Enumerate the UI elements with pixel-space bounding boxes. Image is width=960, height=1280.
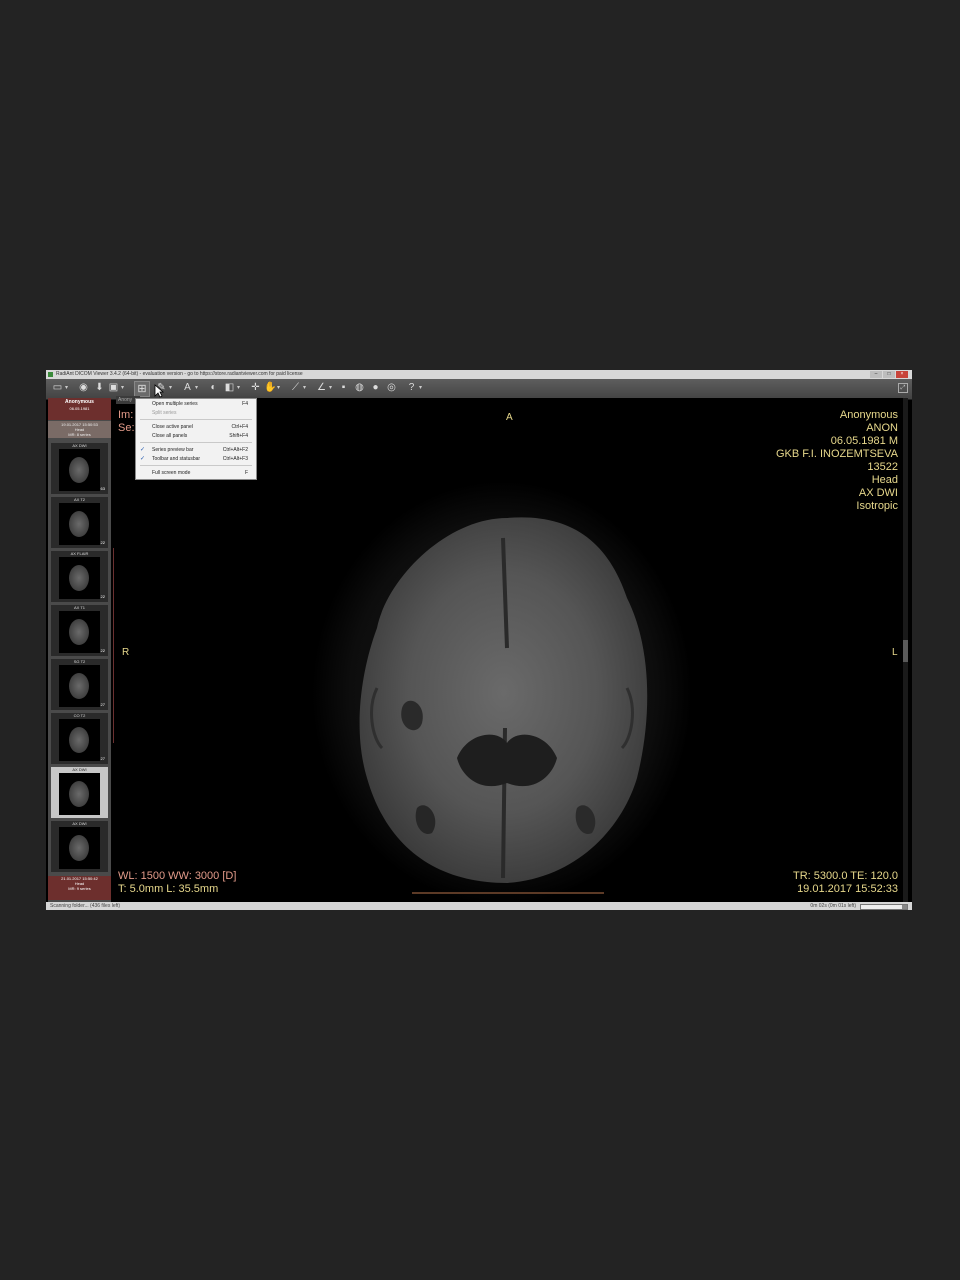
status-bar: Scanning folder... (436 files left) 0m 0… [46,902,912,910]
series-number-label: Se: [118,422,135,434]
menu-item-split-series: Split series [152,410,177,416]
series-preview-image [59,449,100,491]
menu-item-close-all-panels[interactable]: Close all panels Shift+F4 [136,432,256,440]
series-thumbnail[interactable]: AX T1 22 [51,605,108,656]
vertical-scrollbar[interactable] [903,398,908,902]
orientation-left: R [122,647,130,658]
series-preview-image [59,827,100,869]
status-time: 0m 02s (0m 01s left) [810,903,856,909]
slice-position-bar[interactable] [412,892,604,894]
grid-layout-icon[interactable]: ⊞ [134,381,150,397]
text-icon[interactable]: A ▾ [182,382,198,394]
series-preview-image [59,773,100,815]
series-thumbnail[interactable]: SG T2 27 [51,659,108,710]
rgb-icon[interactable]: ● [370,382,381,394]
checkmark-icon: ✓ [140,447,146,453]
slice-thickness-readout: T: 5.0mm L: 35.5mm [118,883,219,895]
acquisition-datetime: 19.01.2017 15:52:33 [797,883,898,895]
series-image-count: 22 [100,648,105,653]
info-name: Anonymous [839,409,898,421]
open-folder-icon[interactable]: ▭ ▾ [52,382,68,394]
info-institution: GKB F.I. INOZEMTSEVA [775,448,898,460]
menu-separator [140,419,252,420]
window-controls: – □ × [870,371,908,378]
app-window: RadiAnt DICOM Viewer 3.4.2 (64-bit) - ev… [46,370,912,910]
patient-header[interactable]: Anonymous 06.05.1981 [48,398,111,420]
measure-icon[interactable]: ⟋ ▾ [290,382,306,394]
info-accession: 13522 [867,461,898,473]
info-dob-sex: 06.05.1981 M [830,435,898,447]
series-preview-image [59,665,100,707]
download-icon[interactable]: ⬇ [94,382,105,394]
info-id: ANON [866,422,898,434]
menu-item-full-screen-mode[interactable]: Full screen mode F [136,469,256,477]
series-image-count: 22 [100,594,105,599]
series-thumbnail[interactable]: AX FLAIR 22 [51,551,108,602]
maximize-button[interactable]: □ [883,371,895,378]
window-level-readout: WL: 1500 WW: 3000 [D] [118,870,237,882]
crosshair-icon[interactable]: ✛ [250,382,261,394]
image-number-label: Im: [118,409,134,421]
hand-icon[interactable]: ✋ ▾ [264,382,280,394]
menu-item-series-preview-bar[interactable]: ✓ Series preview bar Ctrl+Alt+F2 [136,446,256,454]
patient-info-overlay: Anonymous ANON 06.05.1981 M GKB F.I. INO… [776,409,898,513]
series-preview-bar: Anonymous 06.05.1981 19.01.2017 15:50:53… [48,398,111,902]
orientation-right: L [892,647,898,658]
checkmark-icon: ✓ [140,456,146,462]
help-icon[interactable]: ? ▾ [406,382,422,394]
window-title: RadiAnt DICOM Viewer 3.4.2 (64-bit) - ev… [56,371,303,377]
minimize-button[interactable]: – [870,371,882,378]
camera-icon[interactable]: ▪ [338,382,349,394]
layout-dropdown-menu: Open multiple series F4 Split series Clo… [135,398,257,480]
toolbar: ▭ ▾ ◉ ⬇ ▣ ▾ ⊞ ✎ ▾ A ▾ ◐ ◧ ▾ ✛ ✋ ▾ ⟋ ▾ ∠ ▾ ▪ ◍ ● … [46,379,912,400]
series-thumbnail-active[interactable]: AX DWI [51,767,108,818]
series-thumbnail[interactable]: CO T2 27 [51,713,108,764]
series-preview-image [59,503,100,545]
window-level-icon[interactable]: ◐ [208,382,219,394]
menu-separator [140,465,252,466]
series-image-count: 63 [100,486,105,491]
patient-name: Anonymous [65,399,94,405]
scan-progress-bar [860,904,908,910]
study-series-count: MR: 9 series [68,886,91,891]
study-header-2[interactable]: 21.01.2017 15:50:42 Head MR: 9 series [48,876,111,900]
series-image-count: 27 [100,756,105,761]
series-preview-image [59,719,100,761]
scrollbar-thumb[interactable] [903,640,908,662]
cd-icon[interactable]: ◉ [78,382,89,394]
fusion-icon[interactable]: ◎ [386,382,397,394]
3d-icon[interactable]: ◍ [354,382,365,394]
info-body-part: Head [871,474,898,486]
series-image-count: 22 [100,540,105,545]
series-preview-image [59,611,100,653]
series-thumbnail[interactable]: AX T2 22 [51,497,108,548]
menu-item-open-multiple-series[interactable]: Open multiple series F4 [136,400,256,408]
reference-line [113,548,114,743]
orientation-top: A [506,412,513,423]
contrast-icon[interactable]: ◧ ▾ [224,382,240,394]
patient-dob: 06.05.1981 [69,406,90,411]
tr-te-readout: TR: 5300.0 TE: 120.0 [793,870,898,882]
info-series: AX DWI [858,487,898,499]
study-header[interactable]: 19.01.2017 15:50:53 Head MR: 8 series [48,421,111,438]
series-thumbnail[interactable]: AX DWI 63 [51,443,108,494]
mouse-cursor-icon [154,384,164,398]
series-thumbnail[interactable]: AX DWI [51,821,108,872]
series-image-count: 27 [100,702,105,707]
save-icon[interactable]: ▣ ▾ [108,382,124,394]
series-preview-image [59,557,100,599]
fullscreen-icon[interactable]: ⤢ [898,383,908,393]
menu-item-toolbar-and-statusbar[interactable]: ✓ Toolbar and statusbar Ctrl+Alt+F3 [136,455,256,463]
study-series-count: MR: 8 series [68,432,91,437]
mri-brain-image[interactable] [307,478,697,908]
menu-item-close-active-panel[interactable]: Close active panel Ctrl+F4 [136,423,256,431]
menu-separator [140,442,252,443]
info-protocol: Isotropic [856,500,898,512]
title-bar: RadiAnt DICOM Viewer 3.4.2 (64-bit) - ev… [46,370,912,379]
status-scanning: Scanning folder... (436 files left) [50,903,121,909]
angle-icon[interactable]: ∠ ▾ [316,382,332,394]
app-icon [48,372,53,377]
close-window-button[interactable]: × [896,371,908,378]
